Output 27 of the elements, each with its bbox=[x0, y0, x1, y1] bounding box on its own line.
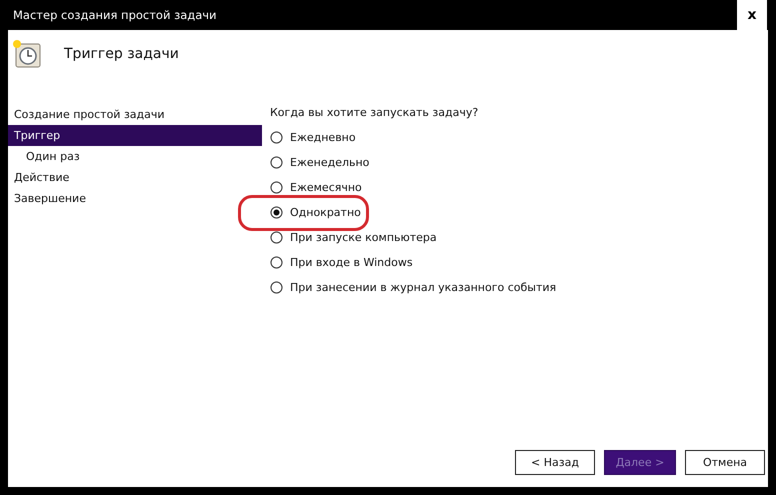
close-button[interactable]: x bbox=[737, 0, 767, 30]
window-title: Мастер создания простой задачи bbox=[12, 8, 217, 22]
option-label[interactable]: При запуске компьютера bbox=[290, 231, 437, 244]
wizard-button[interactable]: Отмена bbox=[685, 450, 765, 474]
radio-button[interactable] bbox=[270, 131, 283, 144]
option-label[interactable]: Еженедельно bbox=[290, 156, 370, 169]
radio-button[interactable] bbox=[270, 281, 283, 294]
wizard-button[interactable]: Далее > bbox=[604, 450, 676, 474]
option-label[interactable]: Однократно bbox=[290, 206, 361, 219]
option-label[interactable]: Ежемесячно bbox=[290, 181, 362, 194]
nav-item[interactable]: Триггер bbox=[8, 125, 262, 146]
wizard-button[interactable]: < Назад bbox=[515, 450, 595, 474]
page-title: Триггер задачи bbox=[64, 46, 179, 62]
clock-icon bbox=[12, 39, 42, 69]
option-label[interactable]: При входе в Windows bbox=[290, 256, 413, 269]
question-label: Когда вы хотите запускать задачу? bbox=[270, 106, 480, 121]
option-label[interactable]: При занесении в журнал указанного события bbox=[290, 281, 556, 294]
radio-button[interactable] bbox=[270, 256, 283, 269]
radio-button[interactable] bbox=[270, 181, 283, 194]
nav-item[interactable]: Создание простой задачи bbox=[8, 104, 262, 125]
radio-button[interactable] bbox=[270, 206, 283, 219]
radio-button[interactable] bbox=[270, 156, 283, 169]
nav-item[interactable]: Один раз bbox=[8, 146, 262, 167]
nav-item[interactable]: Действие bbox=[8, 167, 262, 188]
radio-button[interactable] bbox=[270, 231, 283, 244]
option-label[interactable]: Ежедневно bbox=[290, 131, 356, 144]
nav-item[interactable]: Завершение bbox=[8, 188, 262, 209]
